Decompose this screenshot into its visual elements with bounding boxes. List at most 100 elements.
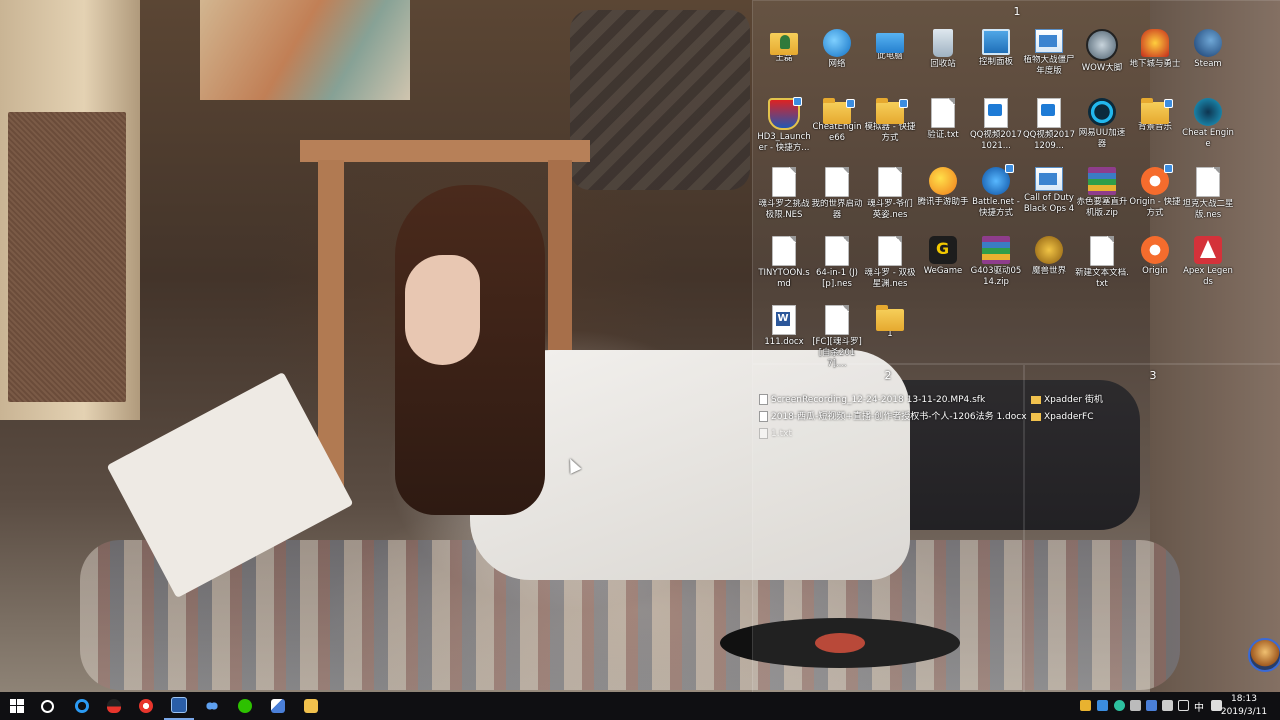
desktop-icon-label: 坦克大战二星版.nes <box>1182 199 1234 220</box>
taskbar-media-player[interactable] <box>131 692 161 720</box>
tray-app-icon[interactable] <box>1080 700 1091 711</box>
desktop-icon[interactable]: 魂斗罗 - 双极星渊.nes <box>863 236 917 290</box>
desktop-icon[interactable]: 坦克大战二星版.nes <box>1181 167 1235 221</box>
desktop-icon[interactable]: 验证.txt <box>916 98 970 141</box>
desktop-icon-label: 腾讯手游助手 <box>917 197 969 207</box>
desktop-icon[interactable]: 魂斗罗-爷们英姿.nes <box>863 167 917 221</box>
volume-icon[interactable] <box>1178 700 1189 711</box>
list-item[interactable]: XpadderFC <box>1031 409 1094 425</box>
desktop-icon[interactable]: Apex Legends <box>1181 236 1235 288</box>
taskbar-baidu[interactable] <box>197 692 227 720</box>
desktop-icon[interactable]: 腾讯手游助手 <box>916 167 970 208</box>
desktop-icon-label: 111.docx <box>764 337 804 347</box>
ime-indicator[interactable]: 中 <box>1194 699 1204 714</box>
recycle-bin-icon <box>933 29 953 57</box>
desktop-icon[interactable]: 魔兽世界 <box>1022 236 1076 277</box>
desktop-icon[interactable]: 网络 <box>810 29 864 70</box>
desktop-icon-label: HD3_Launcher - 快捷方... <box>757 132 811 153</box>
desktop-icon[interactable]: 1 <box>863 305 917 340</box>
desktop-icon[interactable]: 64-in-1 (J)[p].nes <box>810 236 864 290</box>
desktop-icon[interactable]: 网易UU加速器 <box>1075 98 1129 150</box>
fence-3[interactable]: 3 Xpadder 街机 XpadderFC <box>1024 364 1280 694</box>
text-file-icon <box>931 98 955 128</box>
desktop-icon[interactable]: Battle.net - 快捷方式 <box>969 164 1023 219</box>
fence-2[interactable]: 2 ScreenRecording_12-24-2018 13-11-20.MP… <box>752 364 1027 694</box>
list-item[interactable]: ScreenRecording_12-24-2018 13-11-20.MP4.… <box>759 392 985 408</box>
word-doc-icon <box>772 305 796 335</box>
desktop-icon[interactable]: [FC][魂斗罗][自杀2017].... <box>810 305 864 370</box>
list-item[interactable]: 1.txt <box>759 426 792 442</box>
taskbar-penguin[interactable] <box>99 692 129 720</box>
list-item[interactable]: Xpadder 街机 <box>1031 392 1103 408</box>
desktop-icon[interactable]: QQ视频20171209... <box>1022 98 1076 152</box>
taskbar-clock[interactable]: 18:13 2019/3/11 <box>1214 693 1274 719</box>
desktop-icon[interactable]: Origin <box>1128 236 1182 277</box>
taskbar-feather[interactable] <box>263 692 293 720</box>
desktop-icon[interactable]: 赤色要塞直升机版.zip <box>1075 167 1129 219</box>
floating-avatar-icon[interactable] <box>1248 638 1280 672</box>
taskbar-browser[interactable] <box>67 692 97 720</box>
fence-title: 2 <box>884 369 892 382</box>
tray-bluetooth-icon[interactable] <box>1130 700 1141 711</box>
start-button[interactable] <box>2 692 32 720</box>
desktop-icon-label: Origin - 快捷方式 <box>1129 197 1181 218</box>
tray-sync-icon[interactable] <box>1114 700 1125 711</box>
desktop-icon[interactable]: 植物大战僵尸年度版 <box>1022 29 1076 77</box>
video-file-icon <box>984 98 1008 128</box>
desktop-icon[interactable]: CheatEngine66 <box>810 98 864 144</box>
file-icon <box>878 167 902 197</box>
desktop-icon[interactable]: 111.docx <box>757 305 811 348</box>
desktop-icon[interactable]: G403驱动0514.zip <box>969 236 1023 288</box>
desktop-icon-label: 魔兽世界 <box>1031 266 1066 276</box>
desktop-icon[interactable]: QQ视频20171021... <box>969 98 1023 152</box>
tray-monitor-icon[interactable] <box>1162 700 1173 711</box>
desktop-icon-label: CheatEngine66 <box>812 122 862 143</box>
wallpaper-figure-face <box>405 255 480 365</box>
list-item[interactable]: 2018-西瓜-短视频+直播-创作者授权书-个人-1206法务 1.docx <box>759 409 1027 425</box>
desktop-icon-label: 网易UU加速器 <box>1078 128 1126 149</box>
desktop-icon[interactable]: HD3_Launcher - 快捷方... <box>757 97 811 154</box>
wow-bigfoot-icon <box>1086 29 1118 61</box>
desktop-icon[interactable]: 王磊 <box>757 29 811 64</box>
desktop-icon[interactable]: 我的世界启动器 <box>810 167 864 221</box>
desktop-icon[interactable]: 背景音乐 <box>1128 98 1182 133</box>
desktop-icon-label: QQ视频20171209... <box>1022 130 1075 151</box>
fence-1[interactable]: 1 王磊 网络 此电脑 回收站 控制面板 植物大战僵尸年度版 WOW大脚 地下城与勇士 Stea… <box>752 0 1280 369</box>
taskbar-wechat[interactable] <box>230 692 260 720</box>
desktop-icon-label: 我的世界启动器 <box>811 199 863 220</box>
desktop-icon[interactable]: 此电脑 <box>863 29 917 62</box>
cortana-button[interactable] <box>32 692 62 720</box>
desktop-icon-label: Battle.net - 快捷方式 <box>972 197 1020 218</box>
file-icon <box>772 236 796 266</box>
desktop-icon[interactable]: Steam <box>1181 29 1235 70</box>
desktop-icon[interactable]: 魂斗罗之挑战极限.NES <box>757 167 811 221</box>
desktop-icon-label: Cheat Engine <box>1182 128 1234 149</box>
file-icon <box>1196 167 1220 197</box>
desktop-icon[interactable]: Origin - 快捷方式 <box>1128 164 1182 219</box>
desktop-icon[interactable]: 地下城与勇士 <box>1128 29 1182 70</box>
folder-icon <box>823 98 855 124</box>
tray-shield-icon[interactable] <box>1097 700 1108 711</box>
heroes-shield-icon <box>768 97 802 130</box>
desktop-icon[interactable]: 控制面板 <box>969 29 1023 68</box>
desktop-icon-label: WeGame <box>923 266 963 276</box>
wechat-icon <box>238 699 252 713</box>
wallpaper-poster <box>200 0 410 100</box>
taskbar: 中 18:13 2019/3/11 <box>0 692 1280 720</box>
taskbar-folder[interactable] <box>296 692 326 720</box>
desktop-icon[interactable]: WOW大脚 <box>1075 29 1129 74</box>
desktop-icon[interactable]: Cheat Engine <box>1181 98 1235 150</box>
taskbar-vs[interactable] <box>164 692 194 720</box>
desktop-icon[interactable]: TINYTOON.smd <box>757 236 811 290</box>
tray-vpn-icon[interactable] <box>1146 700 1157 711</box>
desktop-icon-label: Origin <box>1142 266 1168 276</box>
desktop-icon[interactable]: 新建文本文档.txt <box>1075 236 1129 290</box>
desktop-icon[interactable]: 模拟器 - 快捷方式 <box>863 98 917 144</box>
cheat-engine-icon <box>1194 98 1222 126</box>
wallpaper-pillow <box>570 10 750 190</box>
desktop-icon[interactable]: WeGame <box>916 236 970 277</box>
desktop-icon[interactable]: 回收站 <box>916 29 970 70</box>
fence-title: 1 <box>1013 5 1021 18</box>
dnf-icon <box>1141 29 1169 57</box>
desktop-icon[interactable]: Call of Duty Black Ops 4 <box>1022 167 1076 215</box>
